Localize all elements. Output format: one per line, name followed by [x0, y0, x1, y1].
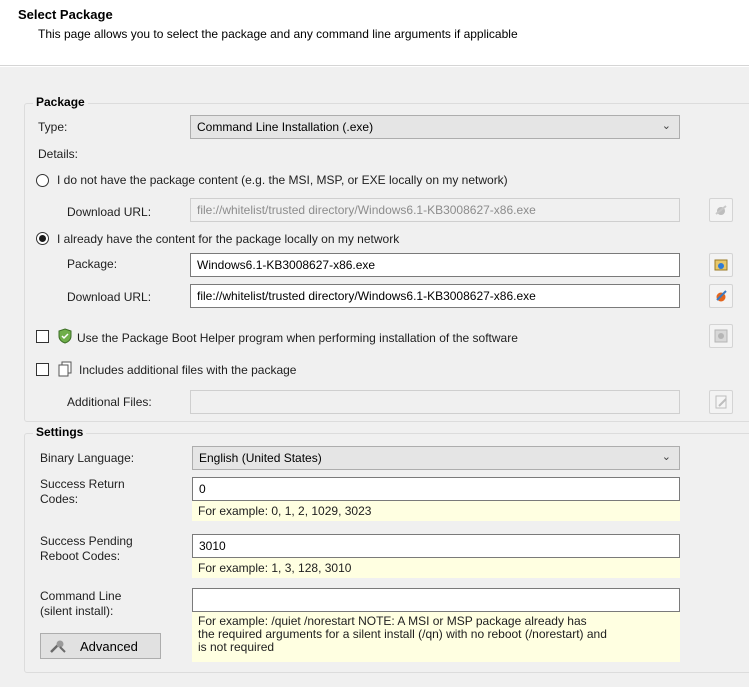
tools-icon — [50, 640, 66, 653]
package-field[interactable]: Windows6.1-KB3008627-x86.exe — [190, 253, 680, 277]
page-header: Select Package This page allows you to s… — [0, 0, 749, 66]
download-disabled-button[interactable] — [709, 198, 733, 222]
download-url-label: Download URL: — [67, 290, 152, 304]
success-return-label: Success Return Codes: — [40, 477, 125, 506]
boot-helper-button[interactable] — [709, 324, 733, 348]
pending-reboot-label: Success Pending Reboot Codes: — [40, 534, 133, 563]
binary-language-select[interactable]: English (United States) ⌄ — [192, 446, 680, 470]
package-label: Package: — [67, 257, 118, 271]
additional-files-label: Additional Files: — [67, 395, 152, 409]
download-button[interactable] — [709, 284, 733, 308]
edit-icon — [715, 395, 727, 409]
success-return-hint: For example: 0, 1, 2, 1029, 3023 — [192, 501, 680, 521]
chevron-down-icon: ⌄ — [661, 120, 671, 132]
download-icon — [716, 290, 727, 302]
shield-icon — [58, 328, 72, 344]
additional-files-check-label[interactable]: Includes additional files with the packa… — [79, 363, 296, 377]
chevron-down-icon: ⌄ — [661, 451, 671, 463]
details-label: Details: — [38, 147, 79, 161]
download-url-label-disabled: Download URL: — [67, 205, 152, 219]
advanced-button-label: Advanced — [80, 639, 138, 654]
binary-language-value: English (United States) — [199, 451, 322, 465]
download-icon — [715, 205, 727, 215]
pending-reboot-field[interactable]: 3010 — [192, 534, 680, 558]
have-content-radio[interactable] — [36, 232, 49, 245]
command-line-hint: For example: /quiet /norestart NOTE: A M… — [192, 612, 680, 662]
browse-package-button[interactable] — [709, 253, 733, 277]
boot-helper-label[interactable]: Use the Package Boot Helper program when… — [77, 331, 518, 345]
browse-icon — [714, 259, 728, 271]
settings-icon — [714, 329, 728, 343]
type-select-value: Command Line Installation (.exe) — [197, 120, 374, 134]
boot-helper-checkbox[interactable] — [36, 330, 49, 343]
binary-language-label: Binary Language: — [40, 451, 135, 465]
download-url-field[interactable]: file://whitelist/trusted directory/Windo… — [190, 284, 680, 308]
success-return-field[interactable]: 0 — [192, 477, 680, 501]
type-select[interactable]: Command Line Installation (.exe) ⌄ — [190, 115, 680, 139]
page-subtitle: This page allows you to select the packa… — [38, 27, 518, 41]
package-group-title: Package — [33, 95, 88, 109]
additional-files-checkbox[interactable] — [36, 363, 49, 376]
no-content-radio[interactable] — [36, 174, 49, 187]
files-icon — [58, 361, 72, 377]
settings-group-title: Settings — [33, 425, 87, 439]
additional-files-button[interactable] — [709, 390, 733, 414]
command-line-label: Command Line (silent install): — [40, 589, 122, 618]
page-title: Select Package — [18, 7, 113, 22]
have-content-radio-label[interactable]: I already have the content for the packa… — [57, 232, 399, 246]
download-url-disabled-field[interactable]: file://whitelist/trusted directory/Windo… — [190, 198, 680, 222]
advanced-button[interactable]: Advanced — [40, 633, 161, 659]
command-line-field[interactable] — [192, 588, 680, 612]
radio-selected-dot — [39, 235, 46, 242]
type-label: Type: — [38, 120, 68, 134]
pending-reboot-hint: For example: 1, 3, 128, 3010 — [192, 558, 680, 578]
additional-files-field[interactable] — [190, 390, 680, 414]
no-content-radio-label[interactable]: I do not have the package content (e.g. … — [57, 173, 508, 187]
